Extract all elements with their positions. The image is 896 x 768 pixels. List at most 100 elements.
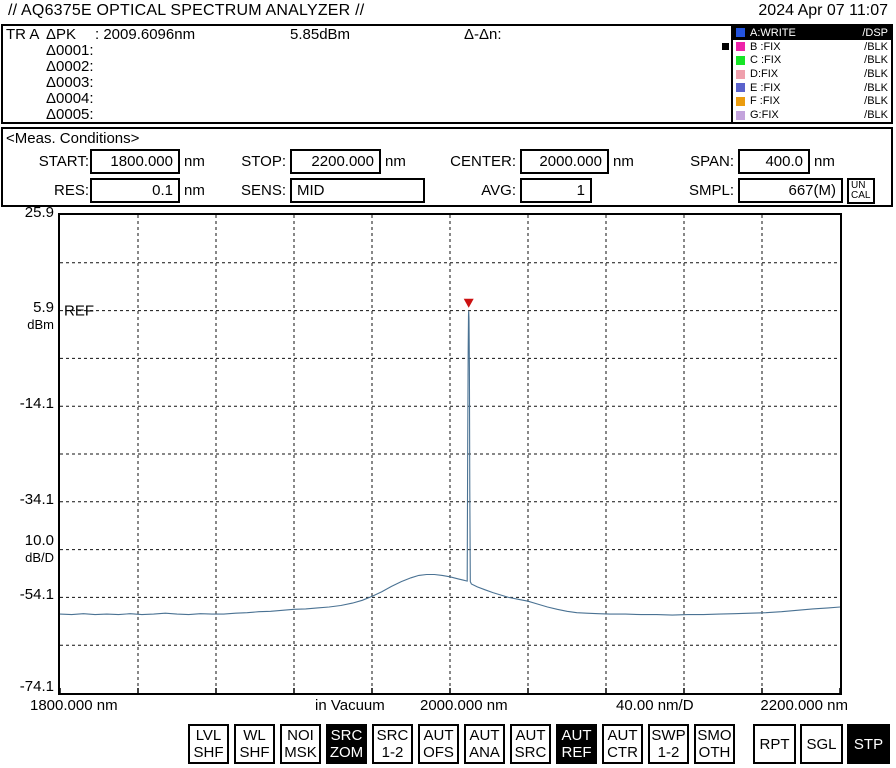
trace-f-color-icon	[736, 97, 745, 106]
softkey-src-1-2[interactable]: SRC1-2	[372, 724, 413, 764]
peak-wavelength: : 2009.6096nm	[95, 27, 195, 43]
y-scale-unit: dB/D	[0, 550, 54, 566]
avg-field[interactable]: 1	[520, 178, 592, 203]
softkey-menu: LVLSHF WLSHF NOIMSK SRCZOM SRC1-2 AUTOFS…	[188, 724, 735, 764]
trace-row-status: /BLK	[864, 82, 888, 94]
trace-row-e[interactable]: E :FIX /BLK	[733, 81, 891, 95]
softkey-aut-ctr[interactable]: AUTCTR	[602, 724, 643, 764]
y-tick-bottom: -74.1	[0, 679, 54, 695]
softkey-label: SGL	[806, 736, 836, 753]
center-label: CENTER:	[430, 149, 516, 174]
softkey-label: AUT	[424, 727, 454, 744]
sens-label: SENS:	[200, 178, 286, 203]
trace-row-status: /BLK	[864, 95, 888, 107]
x-tick-center: 2000.000 nm	[420, 697, 508, 715]
softkey-label: SRC	[377, 727, 409, 744]
trace-row-g[interactable]: G:FIX /BLK	[733, 108, 891, 122]
smpl-label: SMPL:	[650, 178, 734, 203]
trace-row-status: /DSP	[862, 27, 888, 39]
softkey-stp[interactable]: STP	[847, 724, 890, 764]
x-tick-right: 2200.000 nm	[740, 697, 848, 715]
y-tick: -14.1	[0, 396, 54, 412]
softkey-label: 1-2	[658, 744, 680, 761]
softkey-label: 1-2	[382, 744, 404, 761]
meas-conditions-box: <Meas. Conditions> START: 1800.000 nm ST…	[1, 127, 893, 207]
sens-field[interactable]: MID	[290, 178, 425, 203]
softkey-label: REF	[562, 744, 592, 761]
delta-row: Δ0002:	[46, 59, 94, 75]
softkey-lvl-shf[interactable]: LVLSHF	[188, 724, 229, 764]
peak-param-label: ΔPK	[46, 27, 76, 43]
peak-level: 5.85dBm	[290, 27, 350, 43]
softkey-wl-shf[interactable]: WLSHF	[234, 724, 275, 764]
trace-row-c[interactable]: C :FIX /BLK	[733, 53, 891, 67]
smpl-field[interactable]: 667(M)	[738, 178, 843, 203]
softkey-label: CTR	[607, 744, 638, 761]
delta-row: Δ0004:	[46, 91, 94, 107]
softkey-sgl[interactable]: SGL	[800, 724, 843, 764]
softkey-label: MSK	[284, 744, 317, 761]
stop-field[interactable]: 2200.000	[290, 149, 381, 174]
trace-d-color-icon	[736, 70, 745, 79]
softkey-label: ZOM	[330, 744, 363, 761]
res-label: RES:	[3, 178, 89, 203]
softkey-aut-ofs[interactable]: AUTOFS	[418, 724, 459, 764]
softkey-label: ANA	[469, 744, 500, 761]
softkey-rpt[interactable]: RPT	[753, 724, 796, 764]
span-label: SPAN:	[650, 149, 734, 174]
spectrum-plot[interactable]: REF	[58, 213, 842, 695]
res-field[interactable]: 0.1	[90, 178, 180, 203]
page-title: // AQ6375E OPTICAL SPECTRUM ANALYZER //	[8, 2, 364, 20]
center-field[interactable]: 2000.000	[520, 149, 609, 174]
marker-info-box: TR A ΔPK : 2009.6096nm 5.85dBm Δ-Δn: Δ00…	[1, 24, 893, 124]
softkey-swp-1-2[interactable]: SWP1-2	[648, 724, 689, 764]
span-field[interactable]: 400.0	[738, 149, 810, 174]
trace-row-label: F :FIX	[750, 95, 780, 107]
trace-row-b[interactable]: B :FIX /BLK	[733, 40, 891, 54]
datetime-display: 2024 Apr 07 11:07	[758, 2, 888, 20]
softkey-smo-oth[interactable]: SMOOTH	[694, 724, 735, 764]
softkey-label: SHF	[194, 744, 224, 761]
trace-row-label: A:WRITE	[750, 27, 796, 39]
trace-row-label: B :FIX	[750, 41, 781, 53]
trace-label: TR A	[6, 27, 39, 43]
trace-b-color-icon	[736, 42, 745, 51]
softkey-label: AUT	[608, 727, 638, 744]
start-field[interactable]: 1800.000	[90, 149, 180, 174]
trace-row-a[interactable]: A:WRITE /DSP	[733, 26, 891, 40]
y-tick-ref: 5.9	[0, 300, 54, 316]
osa-screen: // AQ6375E OPTICAL SPECTRUM ANALYZER // …	[0, 0, 896, 768]
peak-marker-icon	[464, 299, 474, 308]
softkey-label: AUT	[470, 727, 500, 744]
sweep-key-group: RPT SGL STP	[753, 724, 890, 764]
delta-row: Δ0003:	[46, 75, 94, 91]
trace-row-status: /BLK	[864, 54, 888, 66]
active-trace-indicator-icon	[722, 43, 729, 50]
softkey-aut-src[interactable]: AUTSRC	[510, 724, 551, 764]
avg-label: AVG:	[430, 178, 516, 203]
softkey-noi-msk[interactable]: NOIMSK	[280, 724, 321, 764]
trace-row-status: /BLK	[864, 41, 888, 53]
softkey-label: STP	[854, 736, 883, 753]
softkey-aut-ana[interactable]: AUTANA	[464, 724, 505, 764]
trace-row-f[interactable]: F :FIX /BLK	[733, 95, 891, 109]
softkey-label: SHF	[240, 744, 270, 761]
softkey-label: LVL	[196, 727, 222, 744]
softkey-label: AUT	[562, 727, 592, 744]
span-unit: nm	[814, 149, 835, 174]
ref-label: REF	[64, 303, 94, 320]
x-scale-label: 40.00 nm/D	[616, 697, 694, 715]
softkey-label: WL	[243, 727, 266, 744]
stop-unit: nm	[385, 149, 406, 174]
softkey-aut-ref[interactable]: AUTREF	[556, 724, 597, 764]
trace-row-status: /BLK	[864, 68, 888, 80]
softkey-label: SRC	[515, 744, 547, 761]
trace-g-color-icon	[736, 111, 745, 120]
trace-e-color-icon	[736, 83, 745, 92]
uncal-badge: UNCAL	[847, 178, 875, 204]
trace-row-d[interactable]: D:FIX /BLK	[733, 67, 891, 81]
softkey-src-zom[interactable]: SRCZOM	[326, 724, 367, 764]
uncal-line2: CAL	[851, 190, 870, 201]
y-scale-value: 10.0	[0, 533, 54, 549]
softkey-label: SWP	[651, 727, 685, 744]
